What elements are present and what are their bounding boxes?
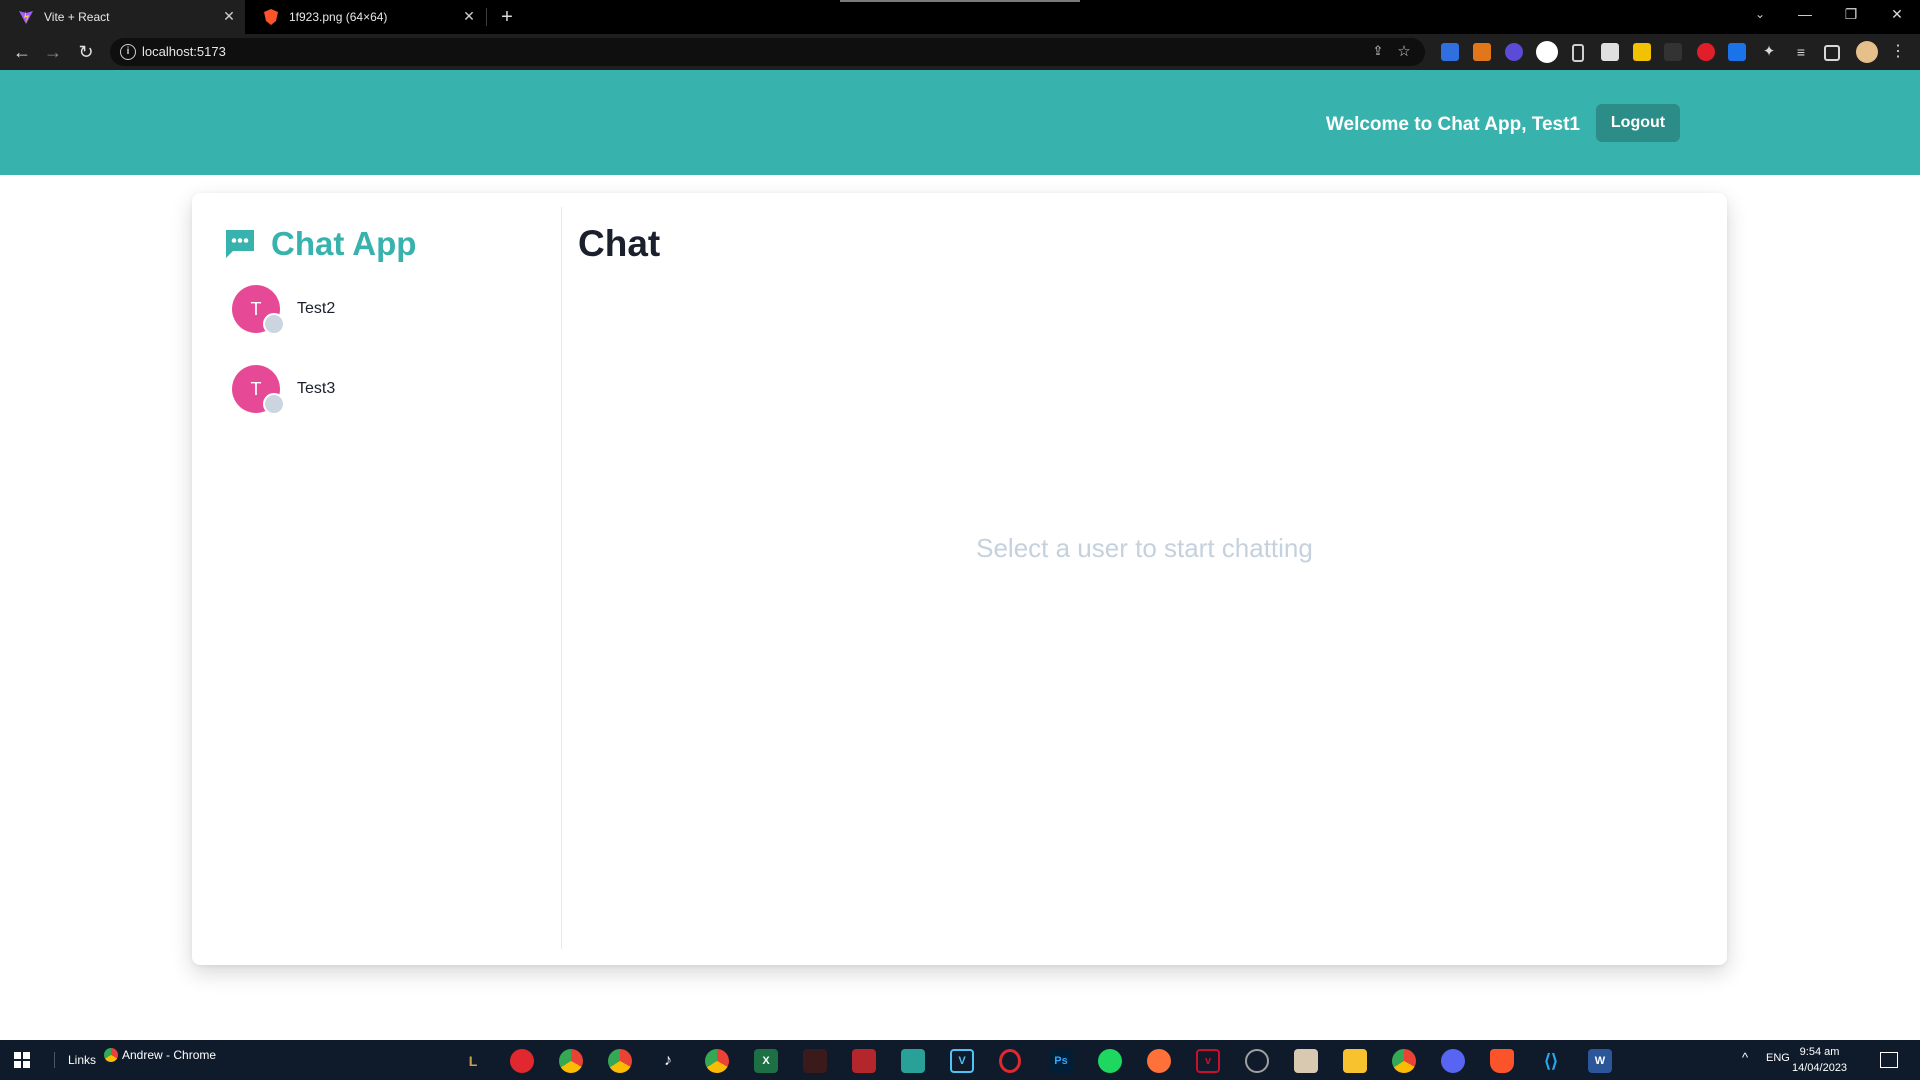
photoshop-icon[interactable]: Ps <box>1049 1049 1073 1073</box>
tab-search-icon[interactable]: ⌄ <box>1748 0 1772 28</box>
chrome-icon[interactable] <box>1392 1049 1416 1073</box>
loading-indicator <box>840 0 1080 2</box>
taskbar-window-label[interactable]: Andrew - Chrome <box>104 1048 216 1062</box>
taskbar: Links Andrew - Chrome L ♪ X V Ps v ⟨⟩ W … <box>0 1040 1920 1080</box>
share-icon[interactable]: ⇪ <box>1369 43 1387 61</box>
avatar: T <box>232 285 285 335</box>
media-queue-icon[interactable]: ≡ <box>1792 43 1810 61</box>
browser-toolbar: ← → ↻ i localhost:5173 ⇪ ☆ ✦ ≡ ⋮ <box>0 34 1920 70</box>
avatar-initial: T <box>250 378 262 399</box>
brave-shield-icon <box>263 9 279 25</box>
browser-tab[interactable]: 1f923.png (64×64) ✕ <box>245 0 485 34</box>
file-explorer-icon[interactable] <box>1343 1049 1367 1073</box>
obs-icon[interactable] <box>1245 1049 1269 1073</box>
taskbar-divider <box>54 1052 55 1068</box>
vite-logo-icon <box>18 9 34 25</box>
tab-close-icon[interactable]: ✕ <box>461 8 477 24</box>
clock-date: 14/04/2023 <box>1792 1062 1848 1074</box>
back-icon[interactable]: ← <box>10 40 34 64</box>
extension-circle-icon[interactable] <box>1536 41 1558 63</box>
new-tab-icon[interactable]: + <box>495 6 519 28</box>
extension-icon[interactable] <box>1697 43 1715 61</box>
empty-chat-message: Select a user to start chatting <box>976 533 1313 563</box>
clock-time: 9:54 am <box>1799 1046 1840 1058</box>
word-icon[interactable]: W <box>1588 1049 1612 1073</box>
windows-start-icon[interactable] <box>14 1052 30 1068</box>
avatar-initial: T <box>250 298 262 319</box>
tab-close-icon[interactable]: ✕ <box>221 8 237 24</box>
user-sidebar: Chat App T Test2 T Test3 <box>192 193 562 965</box>
address-bar[interactable]: i localhost:5173 ⇪ ☆ <box>110 38 1425 66</box>
chrome-icon[interactable] <box>559 1049 583 1073</box>
extensions-puzzle-icon[interactable]: ✦ <box>1760 43 1778 61</box>
brand-title: Chat App <box>271 225 417 262</box>
league-of-legends-icon[interactable]: L <box>461 1049 485 1073</box>
spotify-icon[interactable] <box>1098 1049 1122 1073</box>
spider-man-game-icon[interactable] <box>803 1049 827 1073</box>
chrome-icon[interactable] <box>705 1049 729 1073</box>
language-indicator[interactable]: ENG <box>1766 1052 1790 1064</box>
url-text: localhost:5173 <box>142 44 226 59</box>
side-panel-icon[interactable] <box>1824 45 1840 61</box>
tiktok-icon[interactable]: ♪ <box>656 1049 680 1073</box>
extension-icon[interactable] <box>1572 44 1584 62</box>
extension-icon[interactable] <box>1664 43 1682 61</box>
extension-icon[interactable] <box>1505 43 1523 61</box>
close-window-icon[interactable]: ✕ <box>1874 0 1920 28</box>
chat-title: Chat <box>578 223 661 264</box>
welcome-message: Welcome to Chat App, Test1 <box>1325 114 1580 135</box>
forward-icon[interactable]: → <box>41 40 65 64</box>
brave-icon[interactable] <box>1490 1049 1514 1073</box>
extension-icon[interactable] <box>1601 43 1619 61</box>
browser-tabstrip: Vite + React ✕ 1f923.png (64×64) ✕ + ⌄ —… <box>0 0 1920 34</box>
tab-divider <box>486 8 487 26</box>
status-indicator <box>263 313 285 335</box>
reload-icon[interactable]: ↻ <box>74 40 98 64</box>
profile-avatar[interactable] <box>1856 41 1878 63</box>
restore-icon[interactable]: ❐ <box>1828 0 1874 28</box>
user-list-item[interactable]: T Test2 <box>232 284 532 335</box>
browser-menu-icon[interactable]: ⋮ <box>1890 41 1906 63</box>
user-name: Test3 <box>297 380 336 397</box>
site-info-icon[interactable]: i <box>120 44 136 60</box>
browser-tab-active[interactable]: Vite + React ✕ <box>0 0 245 34</box>
chat-bubble-icon <box>226 230 254 258</box>
discord-icon[interactable] <box>1441 1049 1465 1073</box>
vscode-icon[interactable]: ⟨⟩ <box>1539 1049 1563 1073</box>
window-title: Andrew - Chrome <box>122 1048 217 1062</box>
bookmark-star-icon[interactable]: ☆ <box>1395 42 1413 60</box>
status-indicator <box>263 393 285 415</box>
clock[interactable]: 9:54 am 14/04/2023 <box>1792 1044 1847 1076</box>
chat-card: Chat App T Test2 T Test3 Chat Select a u… <box>192 193 1727 965</box>
excel-icon[interactable]: X <box>754 1049 778 1073</box>
valorant-icon[interactable]: V <box>950 1049 974 1073</box>
app-icon[interactable] <box>510 1049 534 1073</box>
logout-button[interactable]: Logout <box>1596 104 1680 142</box>
bitwarden-extension-icon[interactable] <box>1441 43 1459 61</box>
extension-icon[interactable] <box>1728 43 1746 61</box>
spider-man-icon[interactable] <box>852 1049 876 1073</box>
user-name: Test2 <box>297 300 336 317</box>
links-toolbar[interactable]: Links <box>68 1053 96 1067</box>
tab-title: Vite + React <box>44 10 110 24</box>
opera-icon[interactable] <box>999 1049 1021 1073</box>
notifications-icon[interactable] <box>1880 1052 1898 1068</box>
firefox-icon[interactable] <box>1147 1049 1171 1073</box>
chrome-icon[interactable] <box>608 1049 632 1073</box>
sidebar-divider <box>561 207 562 949</box>
metamask-extension-icon[interactable] <box>1473 43 1491 61</box>
window-controls: — ❐ ✕ <box>1782 0 1920 34</box>
brand: Chat App <box>223 225 416 263</box>
anime-app-icon[interactable] <box>1294 1049 1318 1073</box>
chrome-icon <box>104 1048 118 1062</box>
fall-guys-icon[interactable] <box>901 1049 925 1073</box>
avatar: T <box>232 365 285 415</box>
vivaldi-icon[interactable]: v <box>1196 1049 1220 1073</box>
extension-icon[interactable] <box>1633 43 1651 61</box>
minimize-icon[interactable]: — <box>1782 0 1828 28</box>
tray-expand-icon[interactable]: ^ <box>1742 1050 1748 1065</box>
user-list-item[interactable]: T Test3 <box>232 364 532 415</box>
tab-title: 1f923.png (64×64) <box>289 10 388 24</box>
